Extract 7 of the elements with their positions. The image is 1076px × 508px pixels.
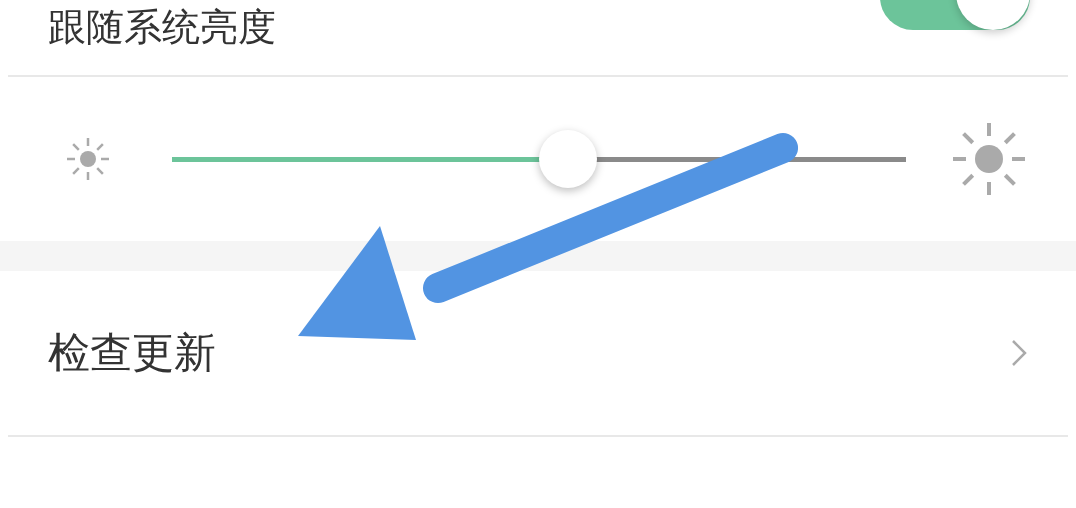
sun-icon [64,135,112,183]
brightness-slider[interactable] [172,128,906,190]
chevron-icon [1010,338,1028,368]
setting-label: 跟随系统亮度 [48,4,276,51]
slider-thumb[interactable] [539,130,598,188]
menu-item-label[interactable]: 检查更新 [48,325,216,381]
sun-icon [950,120,1028,198]
